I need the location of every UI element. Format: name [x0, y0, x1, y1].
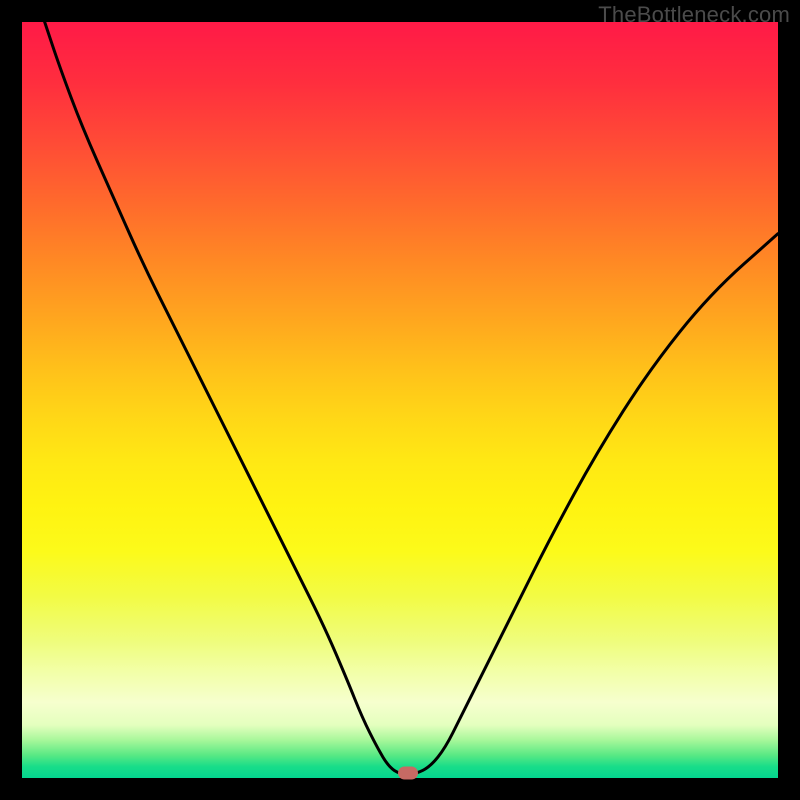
- chart-frame: TheBottleneck.com: [0, 0, 800, 800]
- curve-svg: [22, 22, 778, 778]
- optimal-marker: [398, 767, 418, 780]
- watermark-text: TheBottleneck.com: [598, 2, 790, 28]
- bottleneck-curve: [45, 22, 778, 774]
- plot-area: [22, 22, 778, 778]
